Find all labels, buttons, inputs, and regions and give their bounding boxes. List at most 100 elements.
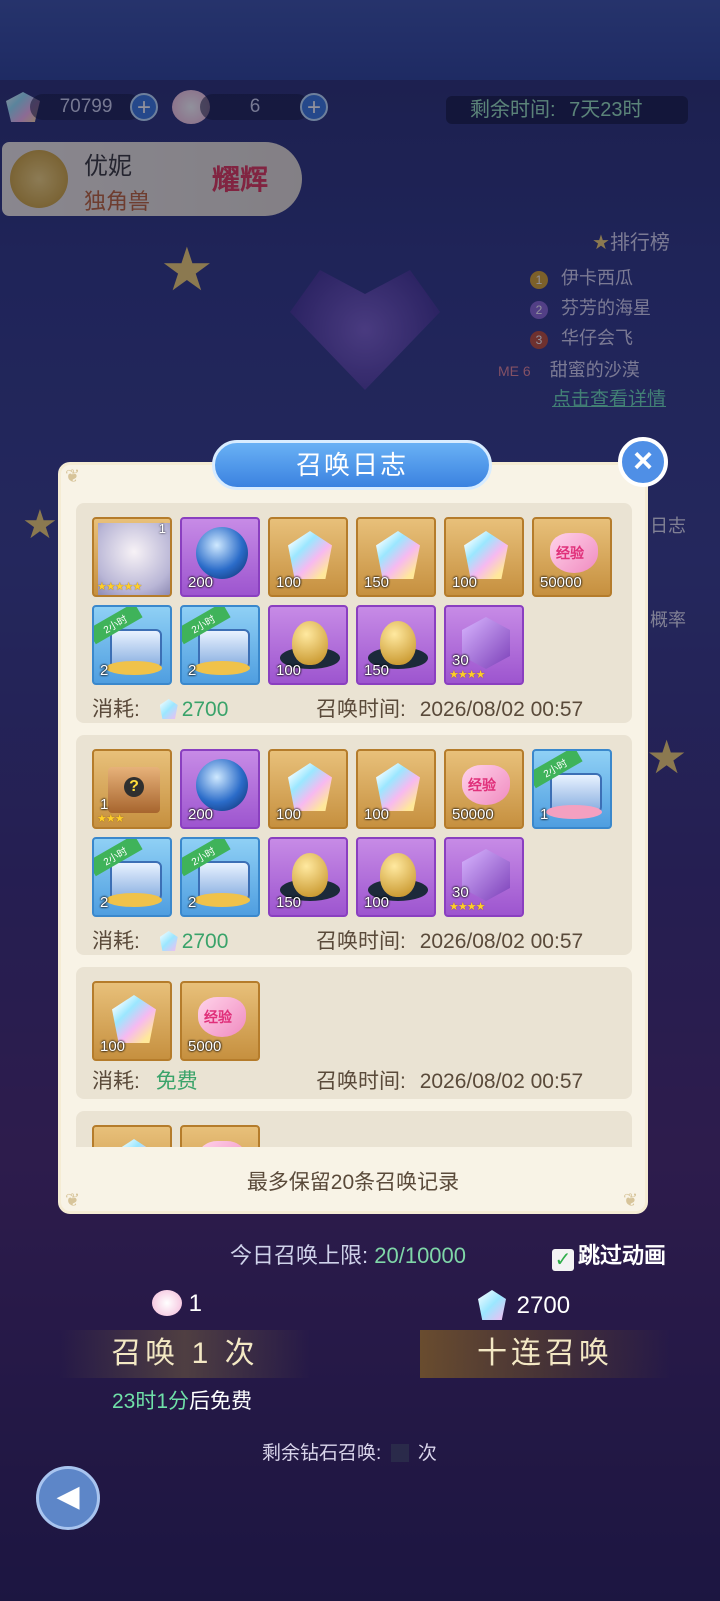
reward-item[interactable]: 30 ★★★★ [444,837,524,917]
item-quantity: 100 [276,574,302,591]
diamond-icon [376,531,420,579]
reward-item[interactable]: 150 [268,837,348,917]
reward-item[interactable] [180,1125,260,1147]
skip-animation-label: 跳过动画 [578,1243,667,1268]
reward-item[interactable] [92,1125,172,1147]
cost-label: 消耗: [92,698,140,721]
cost-value: 2700 [181,698,229,721]
reward-item[interactable]: 2小时 2 [180,605,260,685]
time-label: 召唤时间: [316,930,406,953]
item-quantity: 30 [452,652,469,669]
item-quantity: 5000 [188,1038,222,1055]
remaining-diamond-summons: 剩余钻石召唤: 次 [262,1438,437,1465]
log-retention-note: 最多保留20条召唤记录 [246,1171,460,1194]
reward-item[interactable]: 100 [92,981,172,1061]
reward-item[interactable]: 经验 50000 [444,749,524,829]
item-quantity: 50000 [452,806,494,823]
golden-egg-icon [292,621,328,665]
single-cost-value: 1 [188,1290,203,1317]
reward-item[interactable]: 经验 50000 [532,517,612,597]
crystal-orb-icon [196,759,248,811]
reward-item[interactable]: 经验 5000 [180,981,260,1061]
remaining-count-box [390,1444,409,1462]
golden-egg-icon [292,853,328,897]
crystal-orb-icon [196,527,248,579]
reward-item[interactable]: 200 [180,517,260,597]
cost-row: 消耗: 2700 [92,693,228,723]
reward-item[interactable]: 2小时 1 [532,749,612,829]
skip-animation-toggle[interactable]: ✓ 跳过动画 [552,1238,666,1271]
exp-label: 经验 [468,777,496,793]
item-stars: ★★★★★ [97,581,142,593]
time-value: 2026/08/02 00:57 [419,930,584,953]
diamond-icon [112,1139,156,1147]
single-cost: 1 [152,1290,202,1318]
diamond-icon [478,1290,506,1320]
diamond-icon [376,763,420,811]
reward-item[interactable]: 100 [356,837,436,917]
item-quantity: 150 [364,574,390,591]
reward-item[interactable]: 2小时 2 [92,605,172,685]
reward-item[interactable]: ? 1 ★★★ [92,749,172,829]
reward-item[interactable]: 100 [444,517,524,597]
diamond-icon [288,531,332,579]
diamond-icon [159,931,178,951]
item-quantity: 2 [188,662,197,679]
summon-once-button[interactable]: 召唤 1 次 [60,1330,310,1378]
reward-item[interactable]: 2小时 2 [180,837,260,917]
item-quantity: 100 [452,574,478,591]
reward-item[interactable]: 100 [268,517,348,597]
cost-label: 消耗: [92,1070,140,1093]
summon-log-entry: ? 1 ★★★ 200 100 100 经验 50000 2小时 1 2小时 2… [76,735,632,955]
crystal-cube-icon [462,617,510,669]
item-quantity: 150 [276,894,302,911]
reward-item[interactable]: 2小时 2 [92,837,172,917]
item-stars: ★★★★ [449,669,485,681]
diamond-icon [159,699,178,719]
coins-icon [106,893,162,907]
diamond-icon [464,531,508,579]
back-arrow-icon: ◀ [56,1480,80,1513]
remaining-label: 剩余钻石召唤: [262,1443,382,1464]
checkmark-icon: ✓ [552,1249,574,1271]
summon-log-entry: 100 经验 5000 消耗: 免费 召唤时间: 2026/08/02 00:5… [76,967,632,1099]
exp-heart-icon: 经验 [462,765,510,805]
reward-item[interactable]: 100 [356,749,436,829]
corner-ornament-icon: ❦ [65,466,81,486]
item-quantity: 2 [188,894,197,911]
exp-label: 经验 [204,1009,232,1025]
close-button[interactable]: × [618,437,668,487]
summon-ten-button[interactable]: 十连召唤 [420,1330,670,1378]
time-label: 召唤时间: [316,1070,406,1093]
cost-value: 2700 [181,930,229,953]
diamond-icon [112,995,156,1043]
modal-title: 召唤日志 [212,440,492,490]
item-quantity: 1 [540,806,549,823]
time-value: 2026/08/02 00:57 [419,698,584,721]
free-timer-suffix: 后免费 [189,1390,253,1413]
crystal-cube-icon [462,849,510,901]
coins-icon [194,661,250,675]
reward-item[interactable]: 150 [356,517,436,597]
reward-item[interactable]: 100 [268,749,348,829]
flowers-icon [546,805,602,819]
item-quantity: 100 [100,1038,126,1055]
reward-item[interactable]: 200 [180,749,260,829]
reward-item[interactable]: 1 ★★★★★ [92,517,172,597]
time-row: 召唤时间: 2026/08/02 00:57 [316,925,583,955]
unicorn-ticket-icon [152,1290,182,1316]
back-button[interactable]: ◀ [36,1466,100,1530]
reward-item[interactable]: 150 [356,605,436,685]
modal-title-text: 召唤日志 [295,450,408,480]
item-quantity: 200 [188,574,214,591]
exp-heart-icon: 经验 [550,533,598,573]
reward-item[interactable]: 30 ★★★★ [444,605,524,685]
coins-icon [194,893,250,907]
item-quantity: 100 [276,806,302,823]
diamond-icon [288,763,332,811]
summon-log-list[interactable]: 1 ★★★★★ 200 100 150 100 经验 50000 2小时 2 2… [76,497,632,1147]
item-quantity: 100 [276,662,302,679]
reward-item[interactable]: 100 [268,605,348,685]
daily-limit-label: 今日召唤上限: [230,1243,369,1268]
exp-heart-icon: 经验 [198,997,246,1037]
